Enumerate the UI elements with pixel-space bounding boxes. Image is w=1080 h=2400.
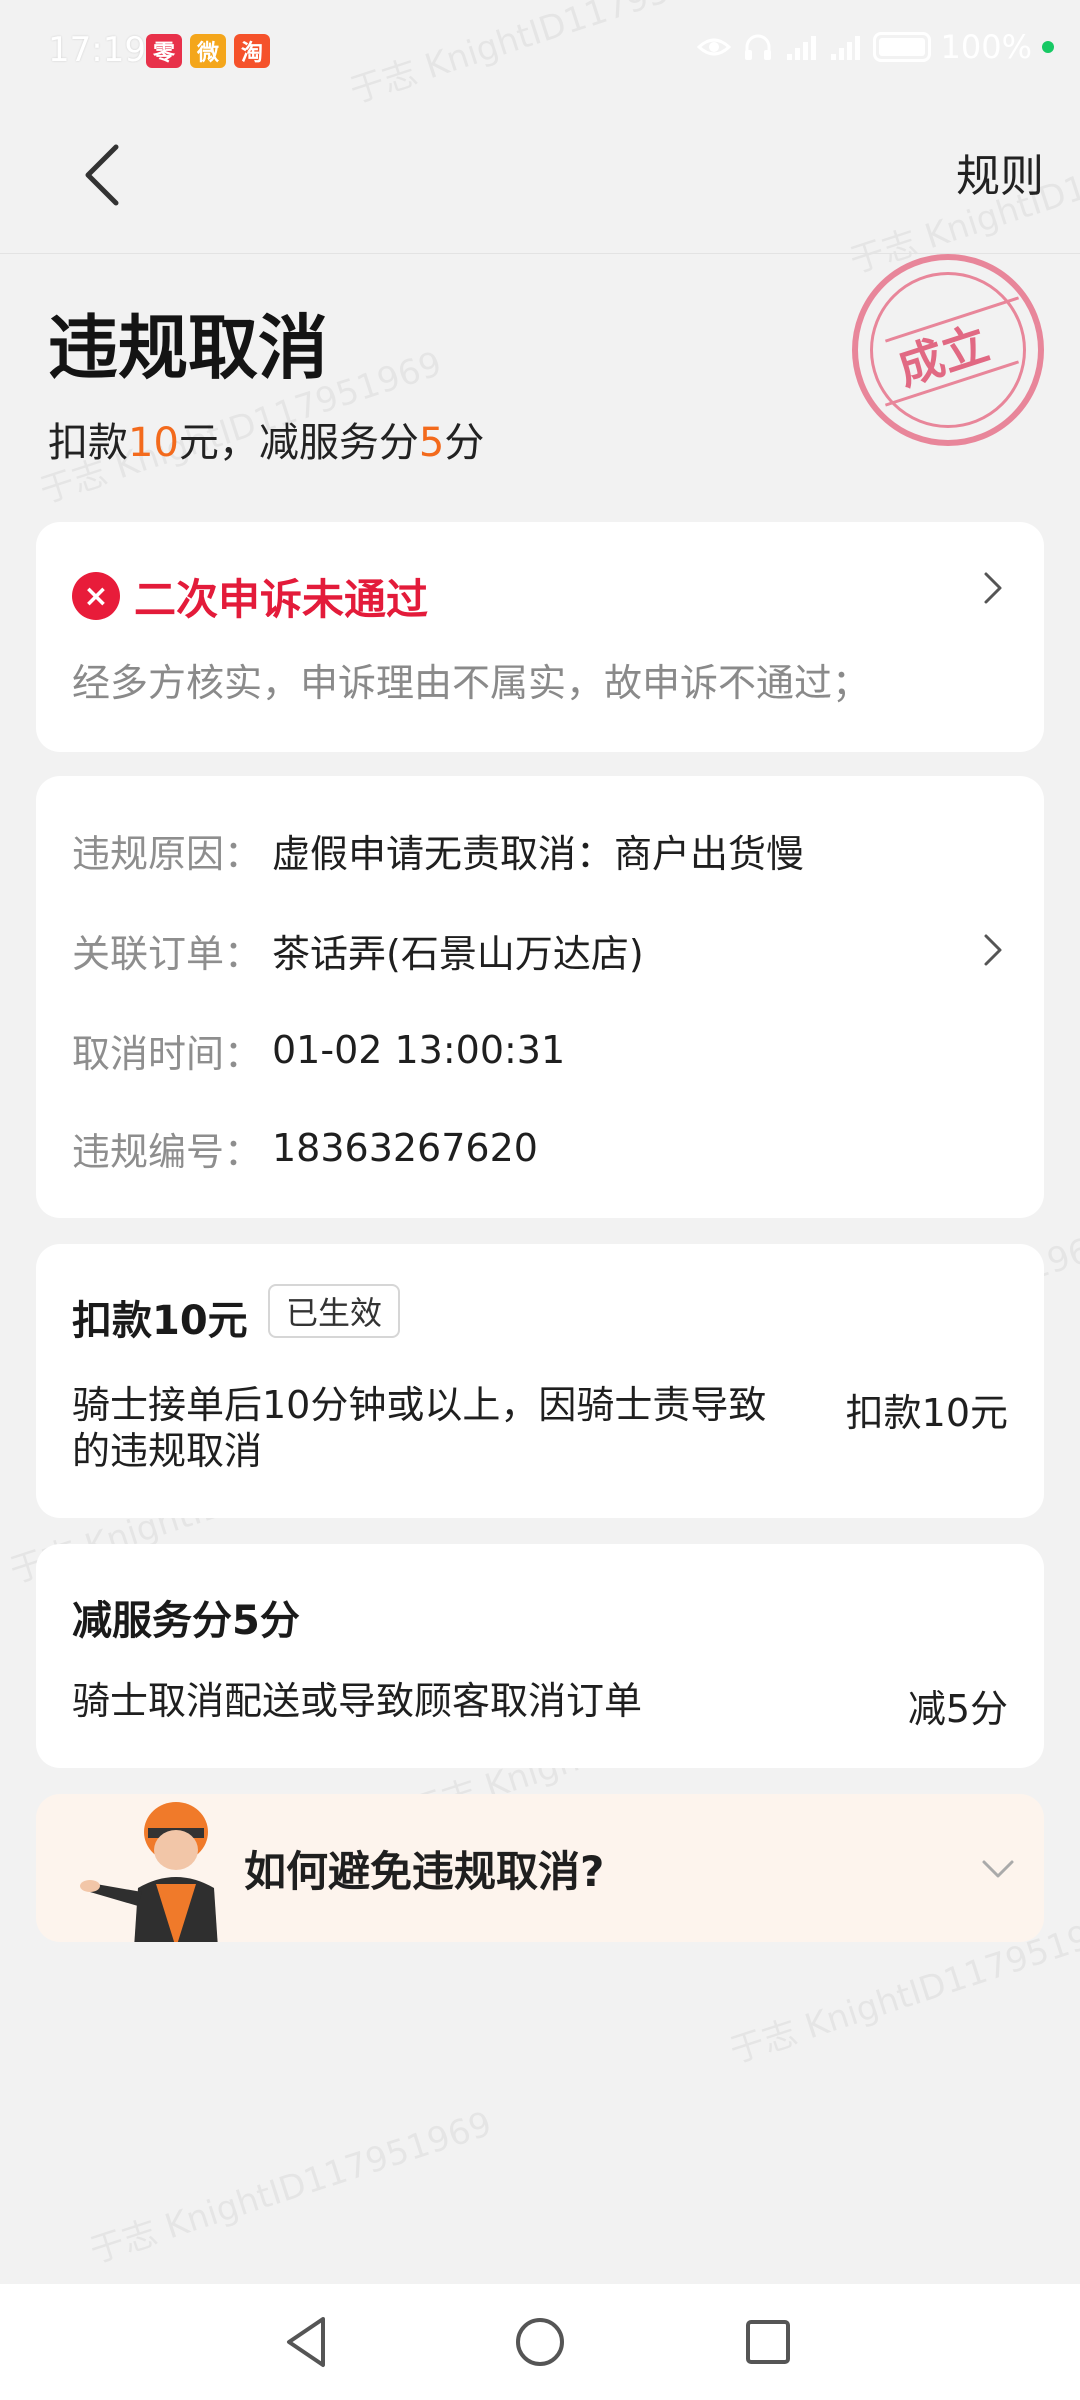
appeal-status-card[interactable]: × 二次申诉未通过 经多方核实，申诉理由不属实，故申诉不通过；: [36, 522, 1044, 752]
chevron-left-icon: [85, 144, 119, 206]
violation-details-card: 违规原因： 虚假申请无责取消：商户出货慢 关联订单： 茶话弄(石景山万达店) 取…: [36, 776, 1044, 1218]
eye-icon: [696, 30, 731, 64]
rules-link[interactable]: 规则: [956, 140, 1044, 204]
square-recents-icon: [746, 2320, 790, 2364]
detail-row-time: 取消时间： 01-02 13:00:31: [72, 1020, 565, 1080]
avoid-violation-tip-card[interactable]: 如何避免违规取消?: [36, 1794, 1044, 1942]
detail-value: 虚假申请无责取消：商户出货慢: [272, 831, 805, 876]
triangle-back-icon: [287, 2317, 325, 2367]
weibo-notification-icon: 微: [190, 34, 226, 68]
detail-label: 关联订单：: [72, 931, 263, 976]
rider-mascot-icon: [80, 1802, 218, 1942]
deduction-title: 扣款10元: [72, 1298, 248, 1344]
status-indicators: 100%: [696, 28, 1054, 66]
appeal-description: 经多方核实，申诉理由不属实，故申诉不通过；: [72, 661, 871, 705]
nav-recents-button[interactable]: [738, 2312, 798, 2372]
status-badge: 已生效: [268, 1284, 401, 1338]
error-icon: ×: [72, 572, 120, 620]
headphones-icon: [741, 30, 775, 64]
detail-row-number: 违规编号： 18363267620: [72, 1118, 538, 1178]
deduction-rule: 骑士接单后10分钟或以上，因骑士责导致的违规取消: [72, 1383, 767, 1473]
summary-points: 5: [418, 420, 445, 466]
summary-mid: 元，减服务分: [178, 420, 419, 466]
circle-home-icon: [516, 2318, 564, 2366]
back-button[interactable]: [62, 130, 142, 220]
penalty-summary: 扣款10元，减服务分5分: [48, 410, 484, 468]
deduction-card: 扣款10元 已生效 骑士接单后10分钟或以上，因骑士责导致的违规取消 扣款10元: [36, 1244, 1044, 1518]
taobao-notification-icon: 淘: [234, 34, 270, 68]
app-notification-icon: 零: [146, 34, 182, 68]
score-rule: 骑士取消配送或导致顾客取消订单: [72, 1679, 643, 1723]
related-order-link[interactable]: 茶话弄(石景山万达店): [272, 923, 644, 978]
battery-percent: 100%: [940, 28, 1032, 66]
page-title: 违规取消: [48, 307, 328, 389]
nav-home-button[interactable]: [510, 2312, 570, 2372]
score-title: 减服务分5分: [72, 1598, 300, 1644]
detail-row-order[interactable]: 关联订单： 茶话弄(石景山万达店): [72, 920, 1008, 980]
detail-value: 01-02 13:00:31: [272, 1028, 566, 1072]
summary-prefix: 扣款: [48, 420, 128, 466]
service-score-card: 减服务分5分 骑士取消配送或导致顾客取消订单 减5分: [36, 1544, 1044, 1768]
detail-label: 取消时间：: [72, 1031, 263, 1076]
privacy-dot-icon: [1042, 41, 1054, 53]
watermark: 于志 KnightID117951969: [85, 2103, 497, 2272]
status-bar: 17:19 零 微 淘 100%: [0, 0, 1080, 104]
established-stamp: 成立: [852, 254, 1044, 446]
detail-label: 违规编号：: [72, 1129, 263, 1174]
page: 于志 KnightID117951969 于志 KnightID11795196…: [0, 0, 1080, 2400]
summary-suffix: 分: [444, 420, 485, 466]
detail-label: 违规原因：: [72, 831, 263, 876]
detail-value: 18363267620: [272, 1126, 538, 1170]
appeal-title: 二次申诉未通过: [134, 575, 429, 624]
detail-row-reason: 违规原因： 虚假申请无责取消：商户出货慢: [72, 820, 804, 880]
nav-back-button[interactable]: [278, 2312, 338, 2372]
system-navigation-bar: [0, 2284, 1080, 2400]
summary-amount: 10: [128, 420, 179, 466]
tip-title: 如何避免违规取消?: [244, 1847, 605, 1896]
score-amount: 减5分: [907, 1687, 1008, 1731]
chevron-down-icon: [982, 1860, 1014, 1878]
chevron-right-icon: [984, 934, 1002, 966]
top-nav-bar: 规则: [0, 104, 1080, 254]
status-app-icons: 零 微 淘: [146, 34, 270, 68]
signal-5g-icon: [829, 30, 863, 64]
deduction-amount: 扣款10元: [845, 1391, 1008, 1435]
signal-icon: [785, 30, 819, 64]
chevron-right-icon: [984, 572, 1002, 604]
status-time: 17:19: [48, 30, 146, 70]
battery-icon: [872, 32, 931, 62]
